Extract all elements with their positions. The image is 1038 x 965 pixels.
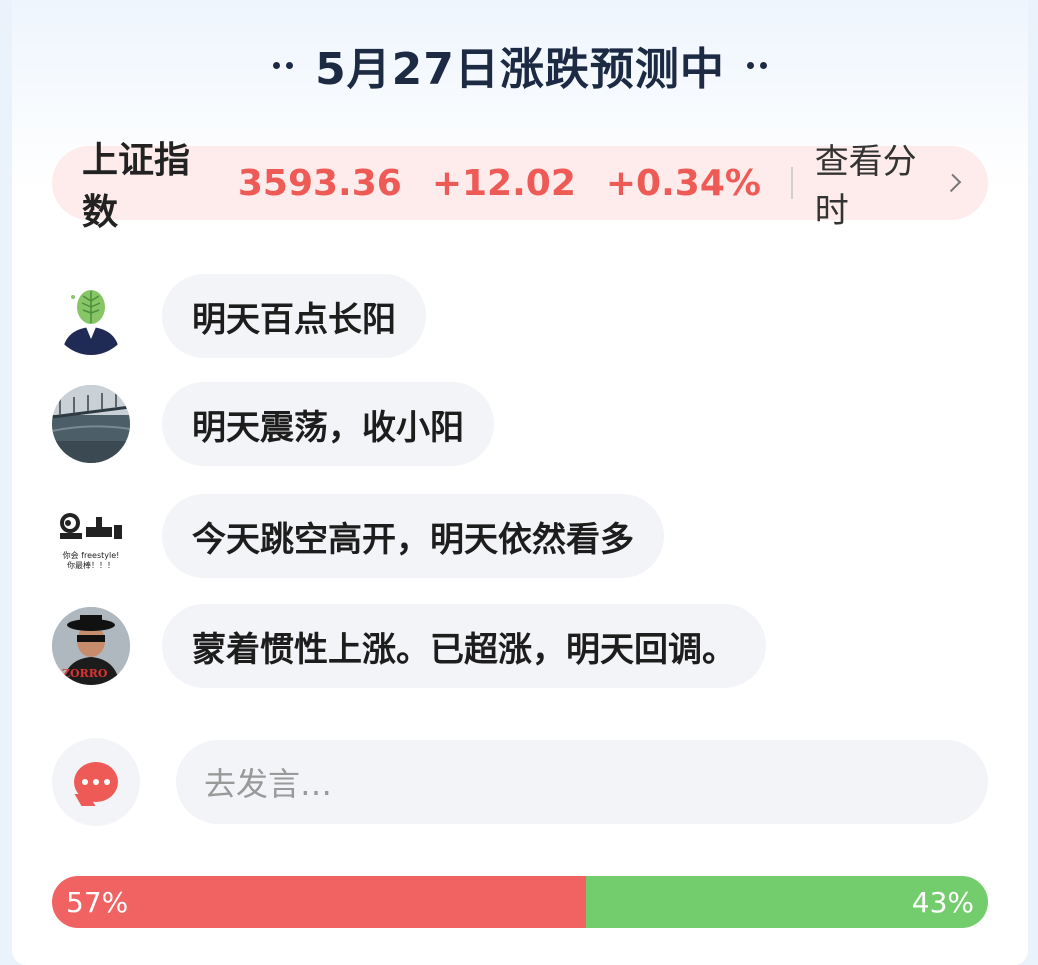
avatar[interactable]: ZORRO xyxy=(52,607,130,685)
prediction-card: 5月27日涨跌预测中 上证指数 3593.36 +12.02 +0.34% 查看… xyxy=(12,0,1028,965)
comment-item[interactable]: 明天百点长阳 xyxy=(52,274,426,358)
leaf-head-avatar-icon xyxy=(62,290,120,355)
comment-input-row: 去发言… xyxy=(52,738,988,826)
comment-bubble: 明天震荡，收小阳 xyxy=(162,382,494,466)
comment-item[interactable]: 明天震荡，收小阳 xyxy=(52,382,494,466)
index-value: 3593.36 xyxy=(237,162,402,204)
avatar[interactable] xyxy=(52,277,130,355)
comment-bubble: 蒙着惯性上涨。已超涨，明天回调。 xyxy=(162,604,766,688)
index-change-pct: +0.34% xyxy=(605,162,761,204)
comment-bubble: 今天跳空高开，明天依然看多 xyxy=(162,494,664,578)
right-dots-icon xyxy=(746,61,767,69)
left-dots-icon xyxy=(273,61,294,69)
comment-input[interactable]: 去发言… xyxy=(176,740,988,824)
vote-ratio-bar: 57% 43% xyxy=(52,876,988,928)
vote-up-label: 57% xyxy=(66,885,129,919)
index-bar[interactable]: 上证指数 3593.36 +12.02 +0.34% 查看分时 xyxy=(52,140,988,233)
divider xyxy=(790,167,793,199)
view-intraday-label: 查看分时 xyxy=(814,142,917,231)
vote-down-segment: 43% xyxy=(585,876,988,928)
comment-bubble: 明天百点长阳 xyxy=(162,274,426,358)
title-row: 5月27日涨跌预测中 xyxy=(12,30,1028,100)
chevron-right-icon xyxy=(942,173,962,193)
avatar[interactable] xyxy=(52,385,130,463)
vote-down-label: 43% xyxy=(911,885,974,919)
avatar-caption: ZORRO xyxy=(62,667,108,680)
avatar-caption-line: 你会 freestyle! xyxy=(62,551,120,560)
page-title: 5月27日涨跌预测中 xyxy=(315,44,725,95)
comment-item[interactable]: 你会 freestyle! 你最棒！！！ 今天跳空高开，明天依然看多 xyxy=(52,494,664,578)
view-intraday-link[interactable]: 查看分时 xyxy=(814,134,962,232)
index-change: +12.02 xyxy=(431,162,576,204)
avatar-caption-line: 你最棒！！！ xyxy=(67,561,115,570)
chat-button[interactable] xyxy=(52,738,140,826)
avatar-caption: 你会 freestyle! 你最棒！！！ xyxy=(52,551,130,571)
chat-bubble-icon xyxy=(74,762,118,802)
avatar[interactable]: 你会 freestyle! 你最棒！！！ xyxy=(52,497,130,575)
bridge-photo-avatar-icon xyxy=(52,385,130,463)
index-name: 上证指数 xyxy=(82,140,191,233)
vote-up-segment: 57% xyxy=(52,876,586,928)
comment-item[interactable]: ZORRO 蒙着惯性上涨。已超涨，明天回调。 xyxy=(52,604,766,688)
